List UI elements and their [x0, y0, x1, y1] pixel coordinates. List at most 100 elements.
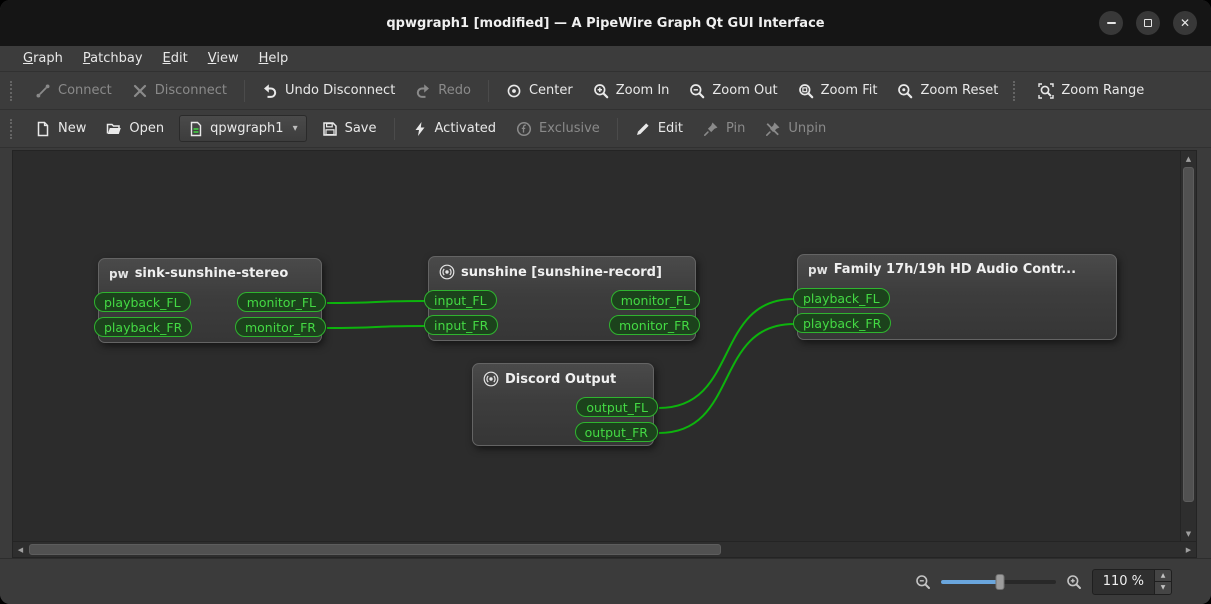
zoom-out-button[interactable]: Zoom Out	[680, 77, 786, 105]
center-label: Center	[528, 83, 573, 98]
connect-button[interactable]: Connect	[26, 77, 121, 105]
graph-node-sink[interactable]: pw sink-sunshine-stereo playback_FL playbac…	[94, 258, 326, 343]
graph-node-sunshine[interactable]: sunshine [sunshine-record] input_FL input_…	[424, 256, 700, 341]
zoom-slider-track[interactable]	[940, 573, 1056, 590]
pin-button[interactable]: Pin	[694, 115, 754, 143]
zoom-out-label: Zoom Out	[712, 83, 778, 98]
zoom-fit-label: Zoom Fit	[820, 83, 878, 98]
graph-canvas[interactable]: pw sink-sunshine-stereo playback_FL playbac…	[12, 150, 1181, 542]
new-file-icon	[37, 121, 49, 136]
redo-icon	[417, 83, 430, 98]
patchbay-file-icon	[190, 121, 202, 136]
minimize-button[interactable]	[1099, 11, 1123, 35]
pin-icon	[704, 122, 718, 136]
vertical-scroll-track[interactable]	[1181, 166, 1196, 526]
scroll-down-button[interactable]: ▼	[1181, 526, 1196, 541]
unpin-icon	[766, 122, 780, 136]
port-monitor_FR[interactable]: monitor_FR	[608, 315, 700, 335]
node-title: sunshine [sunshine-record]	[461, 264, 662, 280]
graph-node-family[interactable]: pw Family 17h/19h HD Audio Contr... playba…	[793, 254, 1117, 340]
zoom-in-button[interactable]: Zoom In	[584, 77, 679, 105]
maximize-button[interactable]	[1136, 11, 1160, 35]
zoom-out-icon	[915, 574, 930, 589]
vertical-scroll-thumb[interactable]	[1183, 167, 1194, 502]
patchbay-preset-combo[interactable]: qpwgraph1 ▾	[179, 115, 307, 142]
disconnect-button[interactable]: Disconnect	[123, 77, 236, 105]
scroll-right-button[interactable]: ▶	[1181, 542, 1196, 557]
unpin-label: Unpin	[788, 121, 827, 136]
open-folder-icon	[107, 123, 122, 134]
titlebar[interactable]: qpwgraph1 [modified] — A PipeWire Graph …	[0, 0, 1211, 46]
new-label: New	[58, 121, 87, 136]
menu-view[interactable]: View	[199, 48, 248, 69]
port-output_FR[interactable]: output_FR	[574, 422, 658, 442]
redo-button[interactable]: Redo	[406, 77, 480, 105]
zoom-fit-button[interactable]: Zoom Fit	[789, 77, 887, 105]
window-title: qpwgraph1 [modified] — A PipeWire Graph …	[386, 15, 825, 31]
spin-down-button[interactable]: ▼	[1155, 581, 1171, 594]
cable-connection[interactable]	[326, 300, 426, 304]
menu-help[interactable]: Help	[250, 48, 298, 69]
menu-edit[interactable]: Edit	[154, 48, 197, 69]
undo-icon	[263, 83, 277, 98]
center-icon	[507, 84, 521, 97]
save-icon	[322, 121, 337, 136]
toolbar-separator	[487, 79, 489, 102]
activated-icon	[415, 121, 425, 136]
node-title: Discord Output	[505, 371, 617, 387]
horizontal-scroll-track[interactable]	[28, 542, 1181, 557]
activated-toggle[interactable]: Activated	[403, 115, 506, 143]
spin-up-button[interactable]: ▲	[1155, 569, 1171, 581]
zoom-reset-button[interactable]: Zoom Reset	[888, 77, 1007, 105]
port-playback_FL[interactable]: playback_FL	[793, 288, 890, 308]
edit-toggle[interactable]: Edit	[626, 115, 692, 143]
zoom-slider[interactable]	[940, 573, 1056, 591]
center-button[interactable]: Center	[497, 77, 582, 105]
save-label: Save	[344, 121, 377, 136]
port-playback_FR[interactable]: playback_FR	[94, 317, 193, 337]
cable-connection[interactable]	[326, 325, 426, 329]
zoom-slider-handle[interactable]	[995, 573, 1005, 590]
port-monitor_FL[interactable]: monitor_FL	[236, 292, 326, 312]
scroll-up-button[interactable]: ▲	[1181, 151, 1196, 166]
new-button[interactable]: New	[26, 115, 95, 143]
horizontal-scrollbar[interactable]: ◀ ▶	[12, 542, 1197, 558]
maximize-icon	[1144, 19, 1152, 27]
zoom-fit-icon	[798, 83, 813, 98]
zoom-range-button[interactable]: Zoom Range	[1029, 77, 1153, 105]
close-button[interactable]: ✕	[1173, 11, 1197, 35]
zoom-in-icon	[1066, 574, 1081, 589]
scroll-left-button[interactable]: ◀	[13, 542, 28, 557]
zoom-range-icon	[1038, 82, 1055, 99]
port-output_FL[interactable]: output_FL	[576, 397, 658, 417]
toolbar-drag-handle[interactable]	[10, 80, 16, 101]
open-button[interactable]: Open	[97, 115, 173, 143]
toolbar-separator	[393, 117, 395, 140]
port-input_FL[interactable]: input_FL	[424, 290, 497, 310]
port-playback_FR[interactable]: playback_FR	[793, 313, 892, 333]
save-button[interactable]: Save	[313, 115, 386, 143]
graph-node-discord[interactable]: Discord Output output_FL output_FR	[472, 363, 658, 446]
port-playback_FL[interactable]: playback_FL	[94, 292, 191, 312]
pin-label: Pin	[726, 121, 746, 136]
port-monitor_FL[interactable]: monitor_FL	[610, 290, 700, 310]
zoom-reset-label: Zoom Reset	[920, 83, 999, 98]
toolbar-main: Connect Disconnect Undo Disconnect Redo …	[0, 72, 1211, 110]
edit-pencil-icon	[636, 122, 649, 135]
zoom-spinbox[interactable]: 110 % ▲ ▼	[1091, 568, 1172, 595]
toolbar-drag-handle[interactable]	[1013, 80, 1019, 101]
exclusive-toggle[interactable]: Exclusive	[507, 115, 609, 143]
edit-label: Edit	[657, 121, 683, 136]
horizontal-scroll-thumb[interactable]	[29, 544, 721, 555]
port-monitor_FR[interactable]: monitor_FR	[234, 317, 326, 337]
zoom-value[interactable]: 110 %	[1093, 570, 1154, 594]
port-input_FR[interactable]: input_FR	[424, 315, 499, 335]
undo-disconnect-button[interactable]: Undo Disconnect	[253, 77, 404, 105]
unpin-button[interactable]: Unpin	[756, 115, 835, 143]
menu-patchbay[interactable]: Patchbay	[74, 48, 152, 69]
toolbar-drag-handle[interactable]	[10, 118, 16, 139]
menu-graph[interactable]: Graph	[14, 48, 72, 69]
vertical-scrollbar[interactable]: ▲ ▼	[1181, 150, 1197, 542]
stream-icon	[439, 264, 455, 280]
zoom-out-icon	[690, 83, 705, 98]
